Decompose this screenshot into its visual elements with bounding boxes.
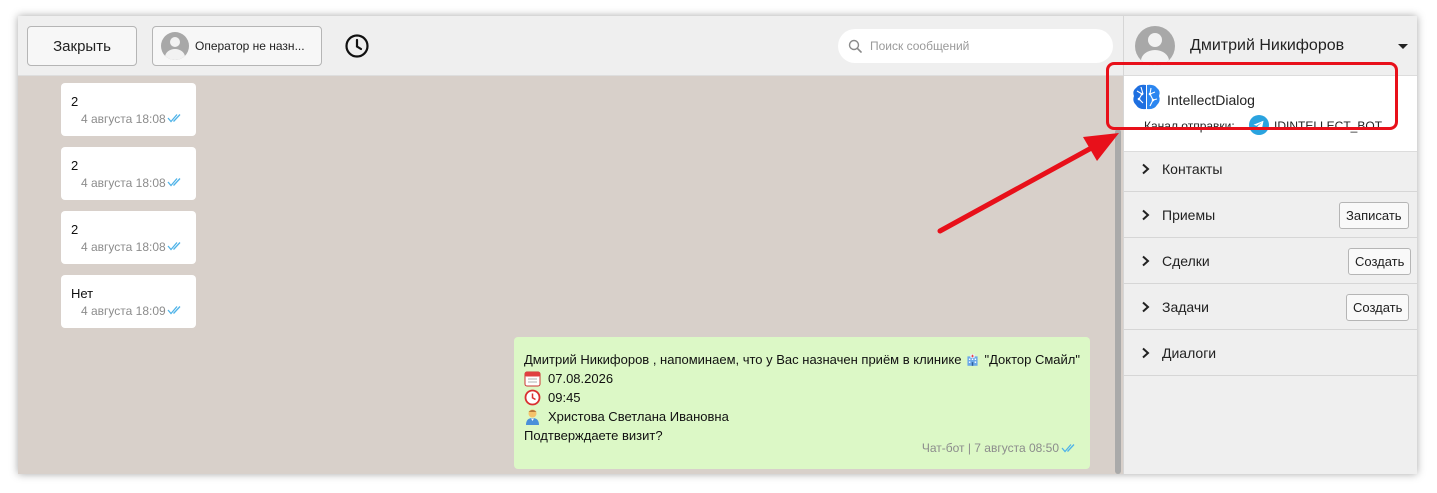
section-contacts[interactable]: Контакты — [1124, 146, 1417, 192]
message-text: 2 — [71, 222, 79, 237]
chevron-right-icon — [1142, 301, 1150, 313]
intellectdialog-brain-logo-icon — [1133, 84, 1160, 110]
read-ticks-icon — [167, 178, 181, 187]
search-icon — [848, 39, 862, 53]
book-appointment-button[interactable]: Записать — [1339, 202, 1409, 229]
search-input[interactable] — [870, 39, 1090, 53]
message-text: 2 — [71, 158, 79, 173]
doctor-name: Христова Светлана Ивановна — [548, 409, 729, 424]
message-time: 4 августа 18:09 — [81, 304, 166, 318]
section-label: Контакты — [1162, 161, 1223, 177]
client-avatar-icon — [1135, 26, 1175, 66]
channel-card: IntellectDialog Канал отправки: IDINTELL… — [1124, 76, 1417, 152]
section-appointments[interactable]: Приемы Записать — [1124, 192, 1417, 238]
operator-avatar-icon — [161, 32, 189, 60]
chevron-right-icon — [1142, 163, 1150, 175]
chevron-right-icon — [1142, 209, 1150, 221]
bot-message-meta: Чат-бот | 7 августа 08:50 — [921, 441, 1059, 455]
bot-message-intro: Дмитрий Никифоров , напоминаем, что у Ва… — [524, 352, 962, 367]
client-name: Дмитрий Никифоров — [1190, 37, 1345, 54]
create-task-button[interactable]: Создать — [1346, 294, 1410, 321]
client-panel: Дмитрий Никифоров IntellectDialog Канал … — [1123, 16, 1417, 474]
message-bubble: 2 4 августа 18:08 — [61, 211, 196, 264]
message-time: 4 августа 18:08 — [81, 176, 166, 190]
send-channel-label: Канал отправки: — [1144, 119, 1235, 133]
bot-message-line: Дмитрий Никифоров , напоминаем, что у Ва… — [524, 350, 1080, 369]
chat-scrollbar[interactable] — [1115, 129, 1121, 474]
section-label: Приемы — [1162, 207, 1216, 223]
clock-icon — [524, 389, 541, 406]
close-button[interactable]: Закрыть — [27, 26, 137, 66]
dropdown-caret-icon[interactable] — [1398, 44, 1408, 49]
message-bubble: 2 4 августа 18:08 — [61, 83, 196, 136]
telegram-icon — [1249, 115, 1269, 135]
appointment-time-line: 09:45 — [524, 388, 1080, 407]
appointment-date-line: 07.08.2026 — [524, 369, 1080, 388]
section-label: Сделки — [1162, 253, 1210, 269]
search-box[interactable] — [838, 29, 1113, 63]
bot-message-bubble: Дмитрий Никифоров , напоминаем, что у Ва… — [514, 337, 1090, 469]
message-text: Нет — [71, 286, 94, 301]
section-dialogs[interactable]: Диалоги — [1124, 330, 1417, 376]
create-deal-button[interactable]: Создать — [1348, 248, 1412, 275]
message-time: 4 августа 18:08 — [81, 112, 166, 126]
operator-label: Оператор не назн... — [195, 39, 305, 53]
doctor-line: Христова Светлана Ивановна — [524, 407, 1080, 426]
read-ticks-icon — [167, 306, 181, 315]
chat-toolbar: Закрыть Оператор не назн... — [18, 16, 1123, 76]
doctor-icon — [526, 409, 539, 425]
calendar-icon — [524, 371, 541, 387]
section-label: Диалоги — [1162, 345, 1217, 361]
section-deals[interactable]: Сделки Создать — [1124, 238, 1417, 284]
client-header[interactable]: Дмитрий Никифоров — [1124, 16, 1417, 76]
hospital-icon — [967, 353, 979, 366]
message-text: 2 — [71, 94, 79, 109]
channel-name: IntellectDialog — [1167, 92, 1255, 108]
operator-assign-button[interactable]: Оператор не назн... — [152, 26, 322, 66]
clinic-name: "Доктор Смайл" — [984, 352, 1080, 367]
message-bubble: Нет 4 августа 18:09 — [61, 275, 196, 328]
history-clock-icon[interactable] — [344, 33, 370, 59]
read-ticks-icon — [167, 242, 181, 251]
section-tasks[interactable]: Задачи Создать — [1124, 284, 1417, 330]
appointment-date: 07.08.2026 — [548, 371, 614, 386]
app-window: Закрыть Оператор не назн... 2 4 августа … — [18, 16, 1417, 474]
section-label: Задачи — [1162, 299, 1210, 315]
appointment-time: 09:45 — [548, 390, 581, 405]
bot-name: IDINTELLECT_BOT — [1274, 119, 1383, 133]
chevron-right-icon — [1142, 255, 1150, 267]
message-time: 4 августа 18:08 — [81, 240, 166, 254]
read-ticks-icon — [1061, 444, 1075, 453]
message-bubble: 2 4 августа 18:08 — [61, 147, 196, 200]
read-ticks-icon — [167, 114, 181, 123]
chevron-right-icon — [1142, 347, 1150, 359]
